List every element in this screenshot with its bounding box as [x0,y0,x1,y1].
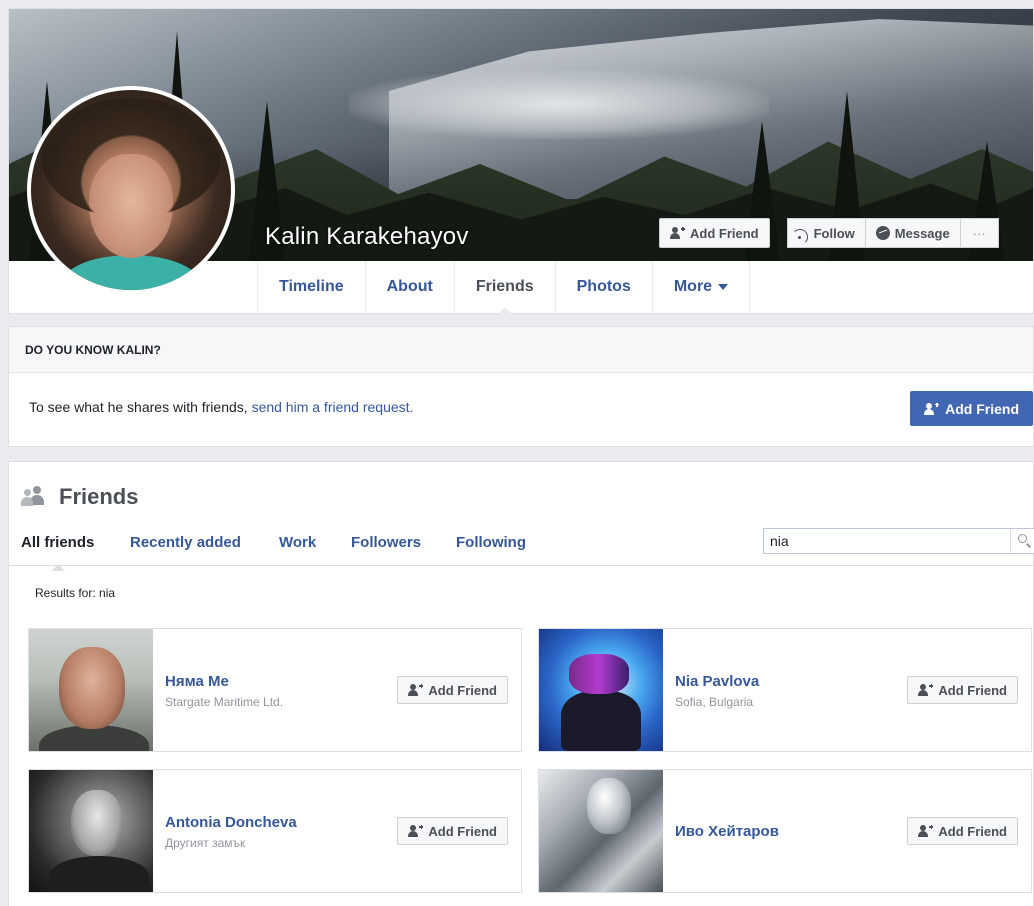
friend-name[interactable]: Antonia Doncheva [165,814,297,831]
friend-request-link[interactable]: send him a friend request. [252,399,414,415]
more-dots-icon: ··· [972,225,986,241]
avatar-hair [41,98,221,218]
tab-more[interactable]: More [651,261,751,313]
friend-subtitle: Другият замък [165,836,246,850]
add-friend-primary-button[interactable]: Add Friend [910,391,1033,426]
add-friend-label: Add Friend [938,682,1007,698]
subtab-recently-added[interactable]: Recently added [130,534,241,551]
follow-button[interactable]: Follow [786,218,866,248]
add-friend-icon [670,227,685,239]
friends-icon [21,486,49,508]
add-friend-label: Add Friend [690,225,759,241]
add-friend-button[interactable]: Add Friend [907,676,1018,704]
profile-picture[interactable] [27,86,235,294]
do-you-know-body: To see what he shares with friends, send… [9,373,1033,447]
friend-card: Иво Хейтаров Add Friend [538,769,1032,893]
follow-label: Follow [813,225,855,241]
tab-photos[interactable]: Photos [554,261,652,313]
cover-fog [349,69,769,139]
add-friend-button[interactable]: Add Friend [397,817,508,845]
friends-heading: Friends [21,484,138,510]
add-friend-icon [408,684,424,696]
friend-photo[interactable] [539,770,663,892]
add-friend-button[interactable]: Add Friend [397,676,508,704]
avatar-shirt [61,255,201,290]
tab-about[interactable]: About [364,261,454,313]
add-friend-label: Add Friend [938,823,1007,839]
friends-search-input[interactable] [764,529,1004,553]
subtab-following[interactable]: Following [456,534,526,551]
do-you-know-box: DO YOU KNOW KALIN? To see what he shares… [8,326,1034,447]
tab-friends[interactable]: Friends [453,261,555,315]
do-you-know-text: To see what he shares with friends, [29,399,252,415]
friend-photo[interactable] [29,629,153,751]
subtab-work[interactable]: Work [279,534,316,551]
cover-actions: Add Friend Follow Message ··· [659,218,999,248]
subtab-followers[interactable]: Followers [351,534,421,551]
friend-card: Nia Pavlova Sofia, Bulgaria Add Friend [538,628,1032,752]
friends-section: Friends All friends Recently added Work … [8,461,1034,906]
do-you-know-heading: DO YOU KNOW KALIN? [9,327,1033,373]
rss-icon [791,228,809,245]
friend-card: Antonia Doncheva Другият замък Add Frien… [28,769,522,893]
tab-more-label: More [673,278,713,295]
friend-name[interactable]: Иво Хейтаров [675,823,779,840]
friend-subtitle: Stargate Maritime Ltd. [165,695,284,709]
add-friend-icon [918,684,934,696]
subtab-all-friends[interactable]: All friends [21,534,94,571]
profile-nav: Timeline About Friends Photos More [257,261,751,315]
profile-name[interactable]: Kalin Karakehayov [265,223,469,251]
message-button[interactable]: Message [865,218,961,248]
tab-timeline[interactable]: Timeline [257,261,365,313]
friend-name[interactable]: Няма Ме [165,673,229,690]
more-options-button[interactable]: ··· [960,218,999,248]
friends-title: Friends [59,484,139,509]
friend-card: Няма Ме Stargate Maritime Ltd. Add Frien… [28,628,522,752]
follow-message-group: Follow Message ··· [786,218,999,248]
friend-photo[interactable] [539,629,663,751]
friend-photo[interactable] [29,770,153,892]
caret-down-icon [718,283,729,290]
search-icon [1018,534,1027,543]
messenger-icon [875,226,890,240]
add-friend-icon [918,825,934,837]
avatar [31,90,231,290]
add-friend-label: Add Friend [428,823,497,839]
message-label: Message [894,225,950,241]
add-friend-primary-label: Add Friend [945,400,1019,417]
friend-name[interactable]: Nia Pavlova [675,673,759,690]
add-friend-label: Add Friend [428,682,497,698]
friends-search [763,528,1034,554]
add-friend-button[interactable]: Add Friend [659,218,770,248]
results-label: Results for: nia [35,586,116,600]
search-button[interactable] [1010,529,1034,553]
friend-subtitle: Sofia, Bulgaria [675,695,754,709]
add-friend-icon [408,825,424,837]
add-friend-icon [924,402,940,415]
add-friend-button[interactable]: Add Friend [907,817,1018,845]
